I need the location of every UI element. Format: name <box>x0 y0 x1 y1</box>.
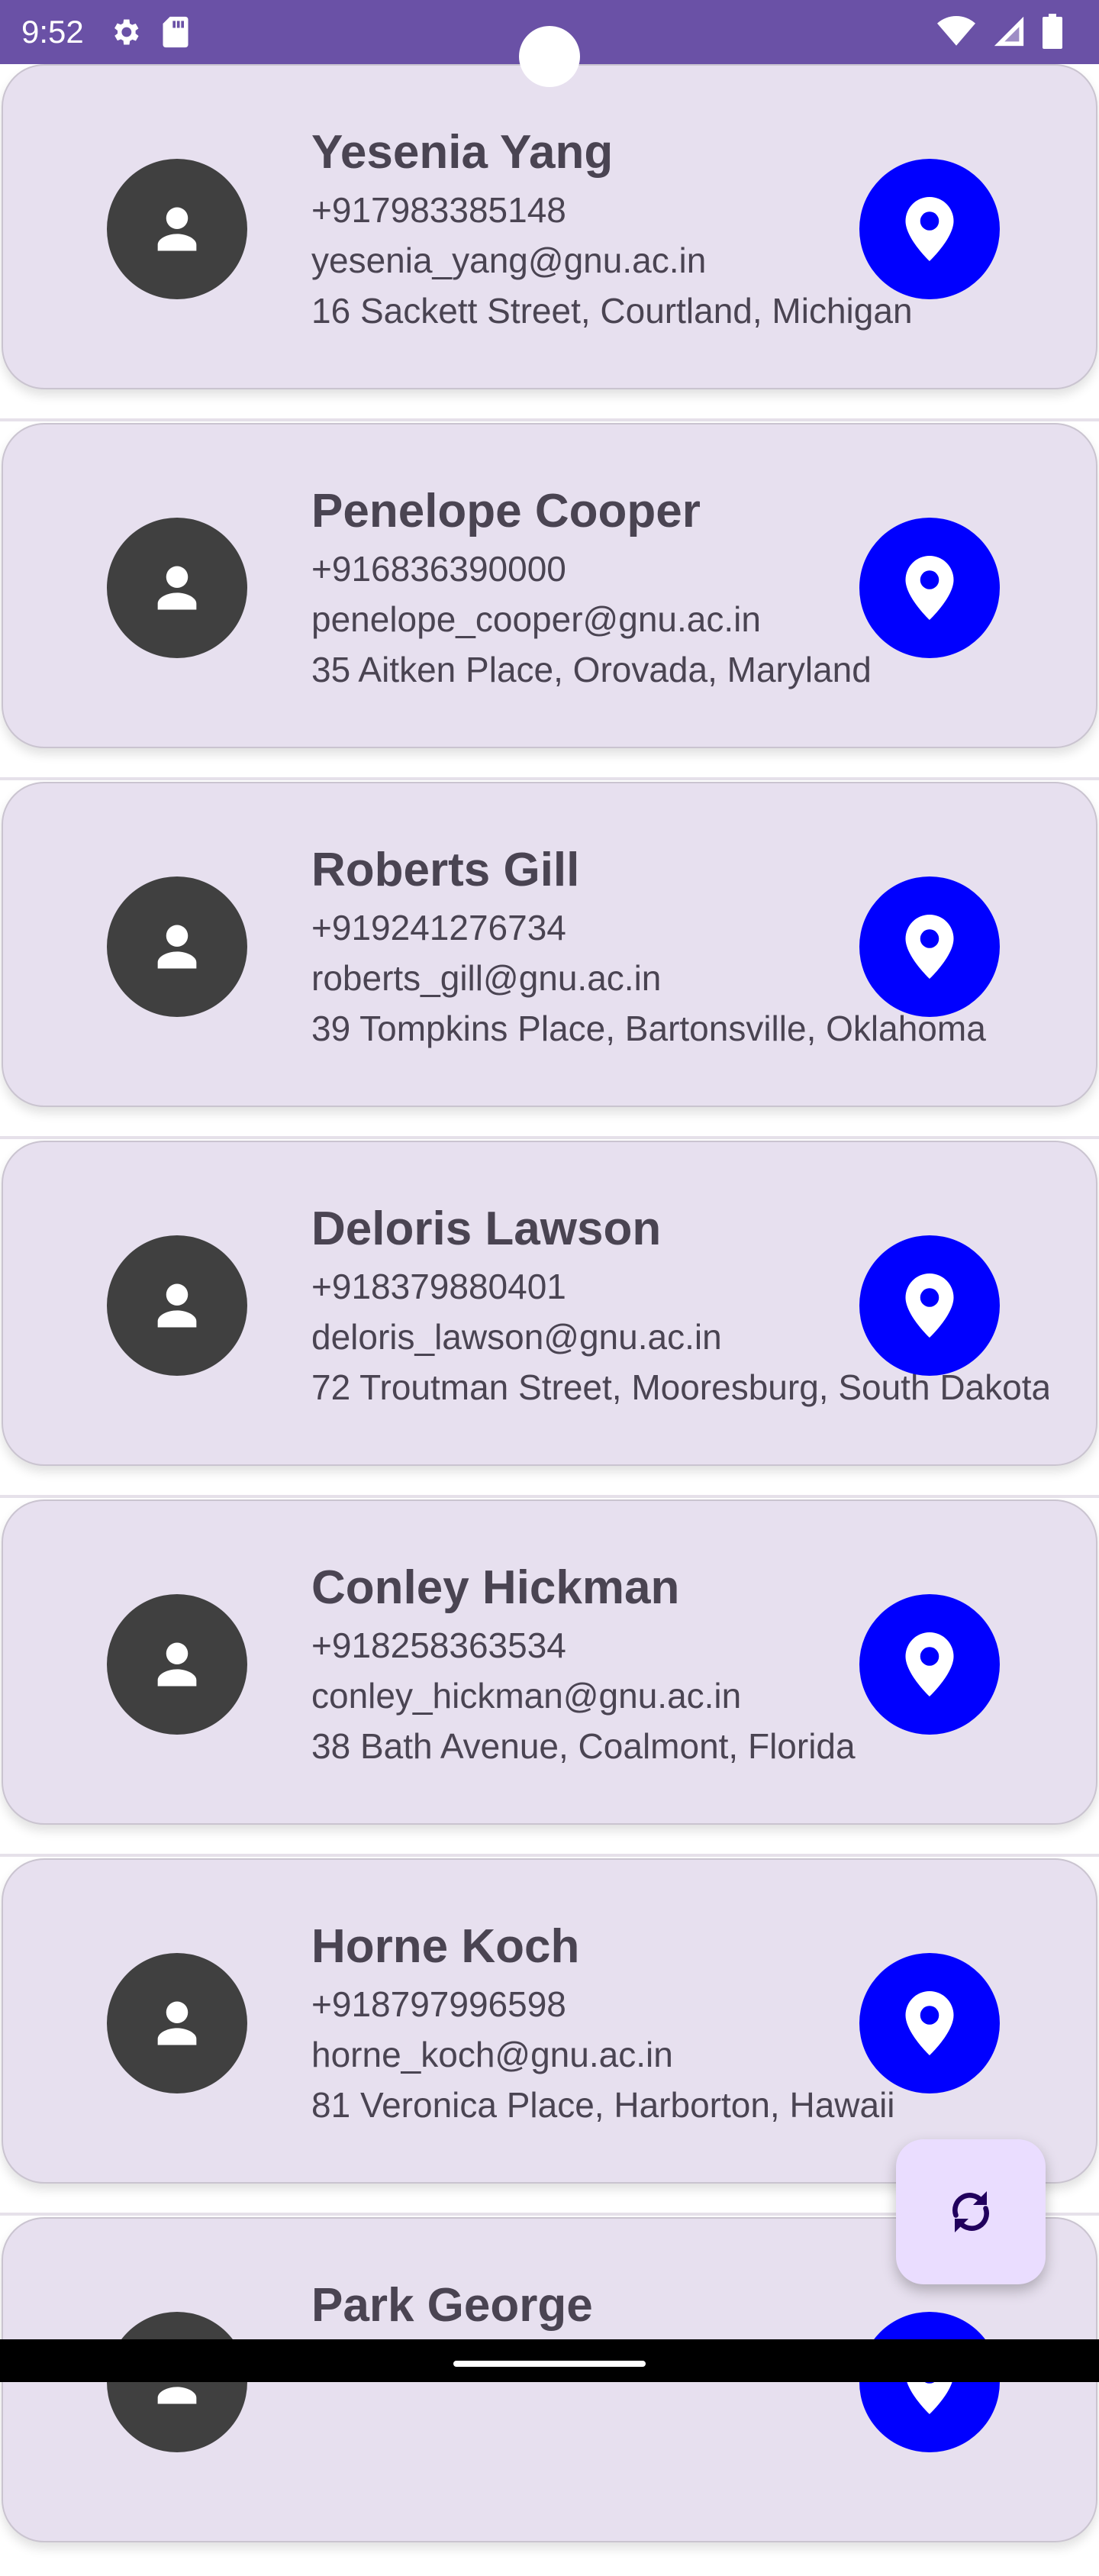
location-button[interactable] <box>859 1594 1000 1735</box>
location-pin-icon <box>905 1273 954 1338</box>
person-icon <box>157 2001 197 2045</box>
contact-card[interactable]: Penelope Cooper +916836390000 penelope_c… <box>2 423 1097 748</box>
person-icon <box>157 1283 197 1328</box>
location-pin-icon <box>905 1632 954 1696</box>
location-pin-icon <box>905 915 954 979</box>
contact-card[interactable]: Roberts Gill +919241276734 roberts_gill@… <box>2 782 1097 1107</box>
home-gesture-handle[interactable] <box>453 2361 646 2367</box>
contact-card[interactable]: Yesenia Yang +917983385148 yesenia_yang@… <box>2 64 1097 389</box>
location-pin-icon <box>905 197 954 261</box>
system-navigation-bar <box>0 2339 1099 2382</box>
row-divider <box>0 1495 1099 1498</box>
list-item: Conley Hickman +918258363534 conley_hick… <box>0 1499 1099 1858</box>
contact-avatar <box>107 1594 247 1735</box>
list-item: Penelope Cooper +916836390000 penelope_c… <box>0 423 1099 782</box>
location-pin-icon <box>905 1991 954 2055</box>
battery-icon <box>1043 14 1062 53</box>
person-icon <box>157 207 197 251</box>
wifi-icon <box>937 15 975 51</box>
location-button[interactable] <box>859 159 1000 299</box>
contact-card[interactable]: Horne Koch +918797996598 horne_koch@gnu.… <box>2 1858 1097 2184</box>
row-divider <box>0 1136 1099 1139</box>
contact-avatar <box>107 1235 247 1376</box>
location-pin-icon <box>905 556 954 620</box>
list-item: Yesenia Yang +917983385148 yesenia_yang@… <box>0 64 1099 423</box>
sd-card-icon <box>160 15 191 53</box>
list-item: Roberts Gill +919241276734 roberts_gill@… <box>0 782 1099 1141</box>
status-left-icons <box>108 15 191 53</box>
location-button[interactable] <box>859 1953 1000 2093</box>
row-divider <box>0 1854 1099 1857</box>
location-button[interactable] <box>859 876 1000 1017</box>
person-icon <box>157 925 197 969</box>
contact-avatar <box>107 518 247 658</box>
person-icon <box>157 1642 197 1687</box>
list-item: Deloris Lawson +918379880401 deloris_law… <box>0 1141 1099 1499</box>
contact-avatar <box>107 876 247 1017</box>
gear-icon <box>108 15 142 53</box>
row-divider <box>0 418 1099 421</box>
status-time: 9:52 <box>21 14 84 50</box>
location-button[interactable] <box>859 2312 1000 2452</box>
location-button[interactable] <box>859 518 1000 658</box>
camera-cutout <box>519 26 580 87</box>
signal-icon <box>992 15 1026 51</box>
contact-card[interactable]: Conley Hickman +918258363534 conley_hick… <box>2 1499 1097 1825</box>
person-icon <box>157 566 197 610</box>
row-divider <box>0 777 1099 780</box>
refresh-icon <box>952 2191 989 2232</box>
contact-card[interactable]: Deloris Lawson +918379880401 deloris_law… <box>2 1141 1097 1466</box>
contact-avatar <box>107 2312 247 2452</box>
location-button[interactable] <box>859 1235 1000 1376</box>
status-right-icons <box>937 14 1062 53</box>
contact-avatar <box>107 159 247 299</box>
contact-avatar <box>107 1953 247 2093</box>
refresh-button[interactable] <box>896 2139 1046 2284</box>
